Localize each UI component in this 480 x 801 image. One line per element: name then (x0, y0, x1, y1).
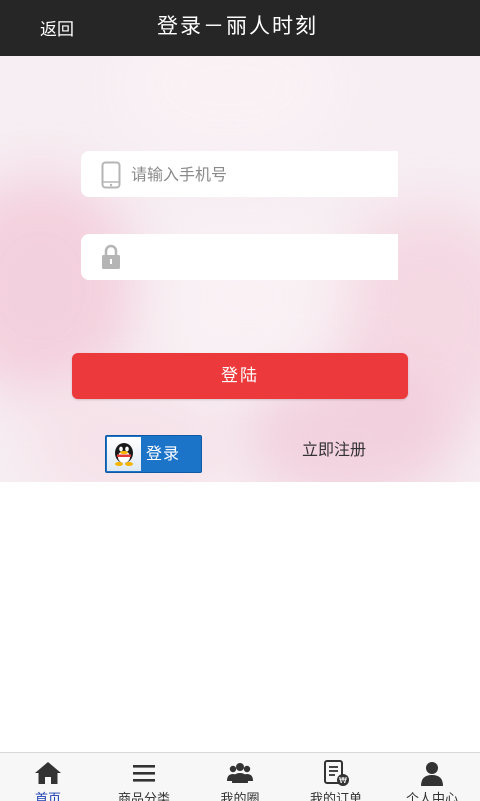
password-field (81, 234, 398, 280)
svg-text:₩: ₩ (339, 776, 347, 785)
background-decoration (120, 56, 340, 156)
group-icon (227, 763, 253, 783)
qq-login-button[interactable]: 登录 (105, 435, 202, 473)
qq-login-label: 登录 (146, 444, 181, 463)
tab-me[interactable]: 个人中心 (384, 753, 480, 801)
home-icon (35, 762, 61, 784)
order-icon: ₩ (324, 760, 349, 786)
qq-logo-box (107, 437, 141, 471)
register-link[interactable]: 立即注册 (302, 438, 366, 462)
bottom-tab-bar: 首页 商品分类 我的圈 ₩ 我的订单 个人中心 (0, 752, 480, 801)
tab-orders[interactable]: ₩ 我的订单 (288, 753, 384, 801)
password-input[interactable] (131, 234, 391, 280)
menu-icon (133, 765, 155, 782)
page-title: 登录－丽人时刻 (157, 14, 318, 38)
login-panel: 登陆 登录 立即注册 (0, 56, 480, 482)
phone-input[interactable] (131, 151, 391, 197)
lock-icon (102, 244, 120, 269)
mobile-phone-icon (101, 161, 121, 189)
tab-circle[interactable]: 我的圈 (192, 753, 288, 801)
tab-home[interactable]: 首页 (0, 753, 96, 801)
top-bar: 返回 登录－丽人时刻 (0, 0, 480, 56)
user-icon (421, 762, 443, 786)
phone-field (81, 151, 398, 197)
qq-penguin-icon (115, 443, 133, 466)
login-submit-button[interactable]: 登陆 (72, 353, 408, 399)
tab-categories[interactable]: 商品分类 (96, 753, 192, 801)
